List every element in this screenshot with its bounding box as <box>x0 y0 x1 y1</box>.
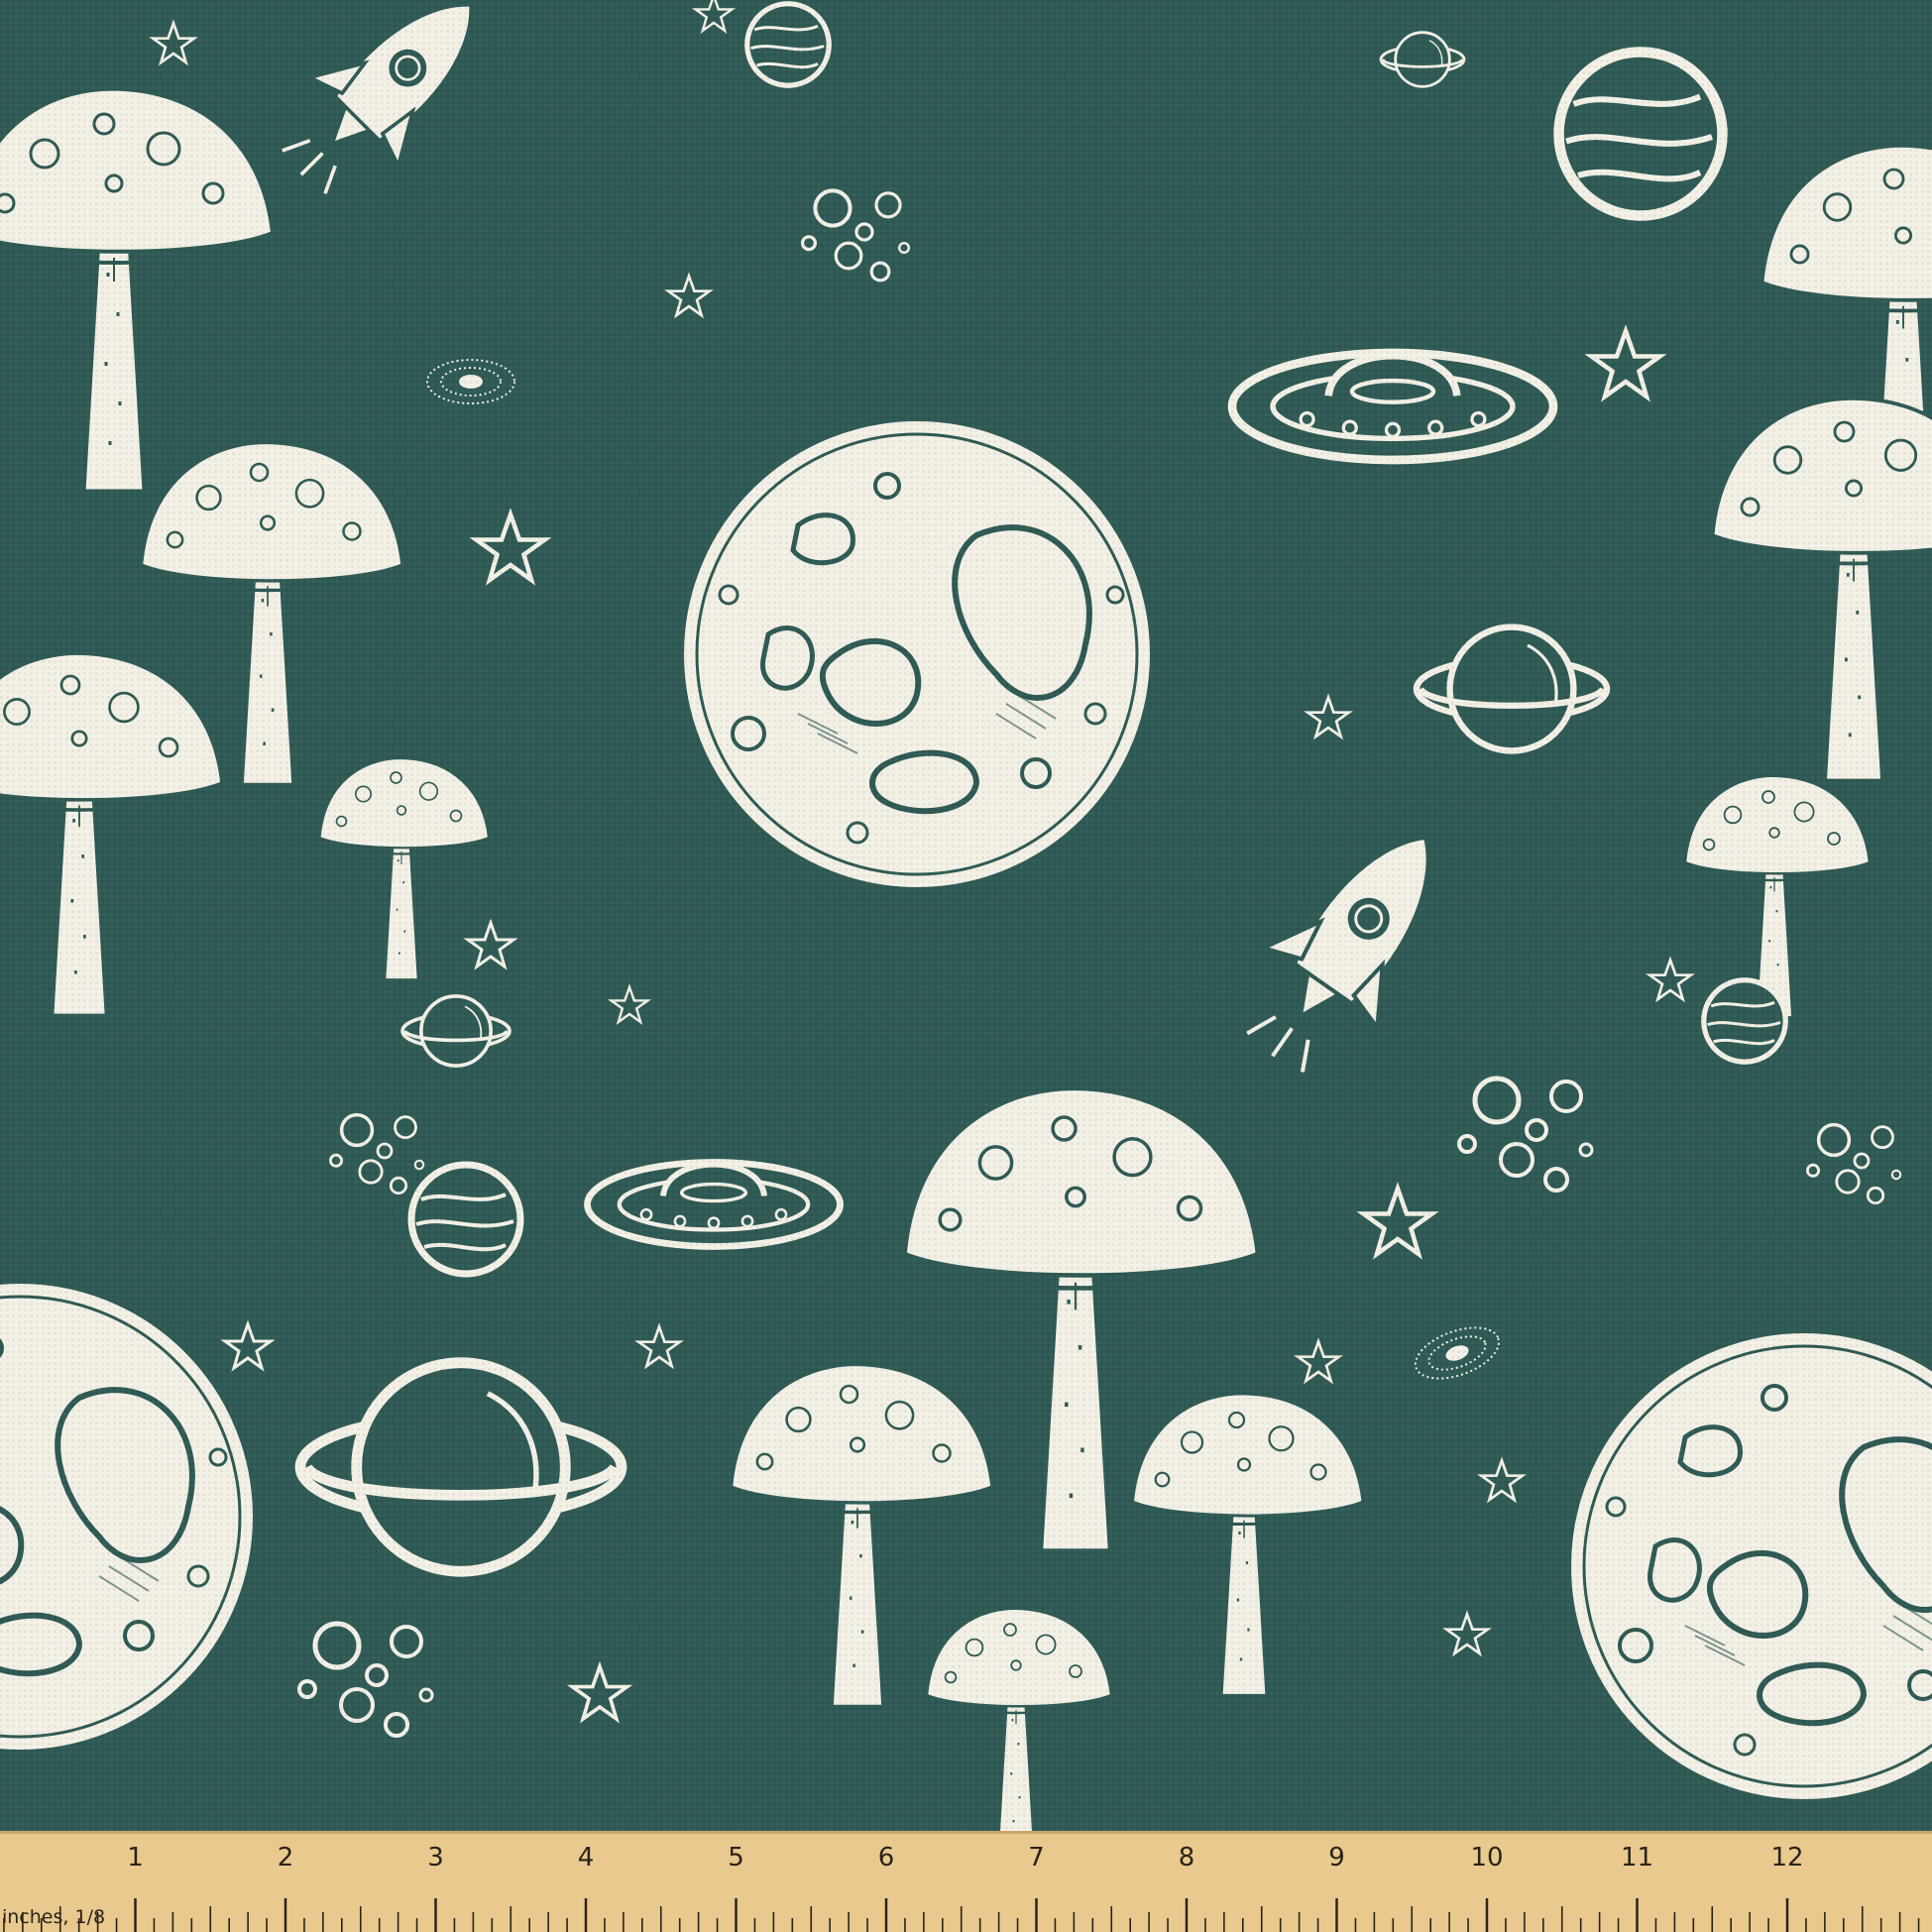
ruler-number: 2 <box>278 1843 294 1873</box>
ruler-number: 10 <box>1470 1843 1503 1873</box>
ruler-number: 8 <box>1179 1843 1195 1873</box>
ruler-number: 6 <box>878 1843 895 1873</box>
ruler-number: 11 <box>1621 1843 1653 1873</box>
ruler-number: 3 <box>427 1843 444 1873</box>
fabric-swatch: 1234567891011121 inches, 1/8 <box>0 0 1932 1932</box>
ruler-number: 1 <box>127 1843 144 1873</box>
ruler-edge <box>0 1831 1932 1834</box>
fabric-weave-texture <box>0 0 1932 1932</box>
ruler-number: 12 <box>1770 1843 1803 1873</box>
ruler-number: 9 <box>1328 1843 1345 1873</box>
ruler-number: 4 <box>578 1843 595 1873</box>
ruler-number: 5 <box>728 1843 744 1873</box>
ruler-unit-label: inches, 1/8 <box>2 1906 105 1928</box>
ruler-number: 7 <box>1028 1843 1045 1873</box>
measuring-ruler: 1234567891011121 inches, 1/8 <box>0 1831 1932 1932</box>
fabric-print <box>0 0 1932 1932</box>
